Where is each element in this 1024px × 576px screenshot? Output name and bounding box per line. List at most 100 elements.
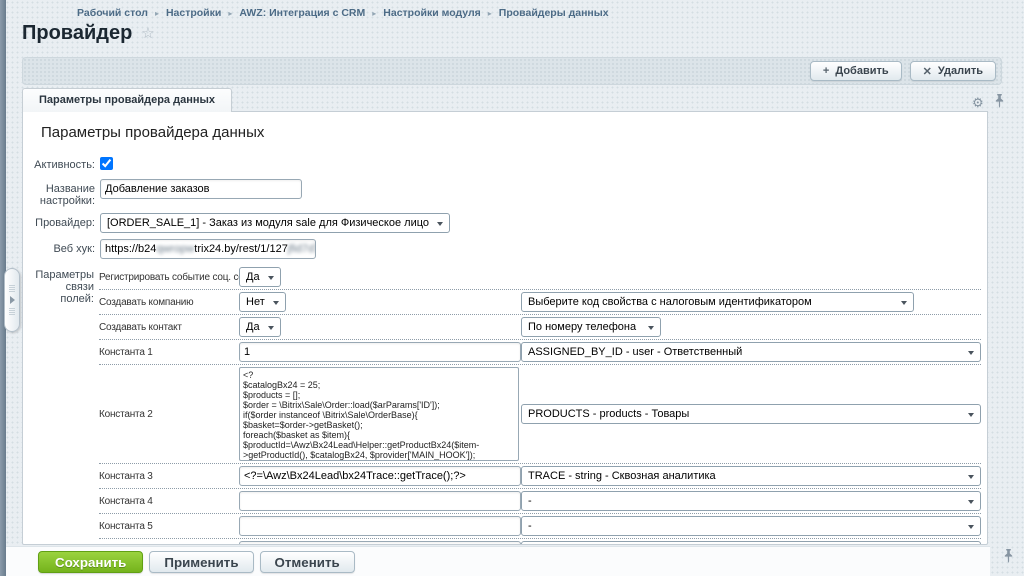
- row-label: Константа 5: [99, 521, 239, 532]
- constant-2-code-textarea[interactable]: <? $catalogBx24 = 25; $products = []; $o…: [239, 367, 519, 461]
- breadcrumb-separator-icon: ▸: [228, 9, 232, 18]
- webhook-row: Веб хук: https://b24qwropwtrix24.by/rest…: [31, 239, 981, 259]
- breadcrumb: Рабочий стол ▸ Настройки ▸ AWZ: Интеграц…: [77, 7, 609, 19]
- name-row: Название настройки:: [31, 179, 981, 207]
- constant-3-input[interactable]: [239, 466, 521, 486]
- breadcrumb-separator-icon: ▸: [488, 9, 492, 18]
- activity-row: Активность:: [31, 155, 981, 173]
- select-value: Нет: [246, 296, 265, 308]
- breadcrumb-item-settings[interactable]: Настройки: [166, 7, 221, 19]
- breadcrumb-item-data-providers[interactable]: Провайдеры данных: [499, 7, 609, 19]
- table-row: Константа 5 -: [99, 514, 981, 539]
- add-button[interactable]: + Добавить: [810, 61, 902, 81]
- select-value: Да: [246, 321, 260, 333]
- constant-4-input[interactable]: [239, 491, 521, 511]
- tax-id-property-select[interactable]: Выберите код свойства с налоговым иденти…: [521, 292, 914, 312]
- gear-icon[interactable]: ⚙: [972, 96, 984, 109]
- webhook-url-part: trix24.by/rest/1/127: [194, 243, 288, 255]
- create-company-select[interactable]: Нет: [239, 292, 286, 312]
- constant-5-field-select[interactable]: -: [521, 516, 981, 536]
- select-value: По номеру телефона: [528, 321, 636, 333]
- form-footer: Сохранить Применить Отменить: [0, 546, 990, 576]
- activity-checkbox[interactable]: [100, 157, 113, 170]
- table-row: Константа 6 -: [99, 539, 981, 545]
- table-row: Константа 3 TRACE - string - Сквозная ан…: [99, 464, 981, 489]
- cancel-button[interactable]: Отменить: [260, 551, 355, 573]
- webhook-input[interactable]: https://b24qwropwtrix24.by/rest/1/127jfi…: [100, 239, 316, 259]
- tab-provider-params[interactable]: Параметры провайдера данных: [22, 88, 232, 112]
- select-value: PRODUCTS - products - Товары: [528, 408, 689, 420]
- constant-1-field-select[interactable]: ASSIGNED_BY_ID - user - Ответственный: [521, 342, 981, 362]
- name-label: Название настройки:: [31, 179, 95, 207]
- row-label: Константа 2: [99, 409, 239, 420]
- row-label: Регистрировать событие соц. сети: [99, 272, 239, 283]
- select-value: Да: [246, 271, 260, 283]
- pin-icon[interactable]: [1003, 549, 1014, 566]
- chevron-down-icon: [968, 475, 974, 482]
- provider-select-value: [ORDER_SALE_1] - Заказ из модуля sale дл…: [107, 217, 429, 229]
- create-contact-select[interactable]: Да: [239, 317, 281, 337]
- breadcrumb-item-awz-crm[interactable]: AWZ: Интеграция с CRM: [239, 7, 365, 19]
- breadcrumb-separator-icon: ▸: [155, 9, 159, 18]
- row-label: Создавать компанию: [99, 297, 239, 308]
- row-label: Константа 4: [99, 496, 239, 507]
- constant-1-input[interactable]: [239, 342, 521, 362]
- field-mapping-table: Регистрировать событие соц. сети Да Созд…: [99, 265, 981, 545]
- constant-3-field-select[interactable]: TRACE - string - Сквозная аналитика: [521, 466, 981, 486]
- social-event-select[interactable]: Да: [239, 267, 281, 287]
- table-row: Константа 1 ASSIGNED_BY_ID - user - Отве…: [99, 340, 981, 365]
- favorite-star-icon[interactable]: ☆: [141, 26, 154, 41]
- chevron-down-icon: [968, 413, 974, 420]
- activity-label: Активность:: [31, 155, 95, 173]
- delete-button-label: Удалить: [938, 65, 983, 77]
- webhook-label: Веб хук:: [31, 239, 95, 259]
- webhook-url-redacted: jfid7d7hqne3j: [288, 243, 316, 255]
- breadcrumb-separator-icon: ▸: [372, 9, 376, 18]
- provider-row: Провайдер: [ORDER_SALE_1] - Заказ из мод…: [31, 213, 981, 233]
- sidebar-expand-handle[interactable]: [4, 268, 20, 332]
- table-row: Создавать контакт Да По номеру телефона: [99, 315, 981, 340]
- chevron-right-icon: [10, 296, 19, 304]
- close-icon: ✕: [923, 65, 932, 78]
- select-value: ASSIGNED_BY_ID - user - Ответственный: [528, 346, 742, 358]
- chevron-down-icon: [437, 222, 443, 229]
- pin-icon[interactable]: [994, 94, 1005, 111]
- row-label: Константа 1: [99, 347, 239, 358]
- provider-params-panel: Параметры провайдера данных Активность: …: [22, 111, 988, 545]
- webhook-url-part: https://b24: [105, 243, 156, 255]
- chevron-down-icon: [268, 276, 274, 283]
- breadcrumb-item-desktop[interactable]: Рабочий стол: [77, 7, 148, 19]
- delete-button[interactable]: ✕ Удалить: [910, 61, 996, 81]
- constant-4-field-select[interactable]: -: [521, 491, 981, 511]
- panel-heading: Параметры провайдера данных: [41, 124, 981, 141]
- field-mapping-label: Параметры связи полей:: [31, 265, 94, 545]
- page-title: Провайдер: [22, 22, 132, 45]
- breadcrumb-item-module-settings[interactable]: Настройки модуля: [383, 7, 481, 19]
- select-value: Выберите код свойства с налоговым иденти…: [528, 296, 812, 308]
- chevron-down-icon: [968, 525, 974, 532]
- provider-select[interactable]: [ORDER_SALE_1] - Заказ из модуля sale дл…: [100, 213, 450, 233]
- chevron-down-icon: [268, 326, 274, 333]
- table-row: Создавать компанию Нет Выберите код свой…: [99, 290, 981, 315]
- chevron-down-icon: [968, 500, 974, 507]
- contact-match-select[interactable]: По номеру телефона: [521, 317, 661, 337]
- row-label: Создавать контакт: [99, 322, 239, 333]
- chevron-down-icon: [273, 301, 279, 308]
- plus-icon: +: [823, 65, 829, 77]
- actions-toolbar: + Добавить ✕ Удалить: [22, 57, 1002, 85]
- table-row: Константа 2 <? $catalogBx24 = 25; $produ…: [99, 365, 981, 464]
- select-value: -: [528, 520, 532, 532]
- constant-5-input[interactable]: [239, 516, 521, 536]
- apply-button[interactable]: Применить: [149, 551, 253, 573]
- chevron-down-icon: [901, 301, 907, 308]
- grip-dots-icon: [9, 308, 15, 315]
- setting-name-input[interactable]: [100, 179, 302, 199]
- select-value: -: [528, 495, 532, 507]
- grip-dots-icon: [9, 285, 15, 292]
- save-button[interactable]: Сохранить: [38, 551, 143, 573]
- chevron-down-icon: [648, 326, 654, 333]
- table-row: Константа 4 -: [99, 489, 981, 514]
- constant-6-input[interactable]: [239, 541, 521, 545]
- constant-2-field-select[interactable]: PRODUCTS - products - Товары: [521, 404, 981, 424]
- constant-6-field-select[interactable]: -: [521, 541, 981, 545]
